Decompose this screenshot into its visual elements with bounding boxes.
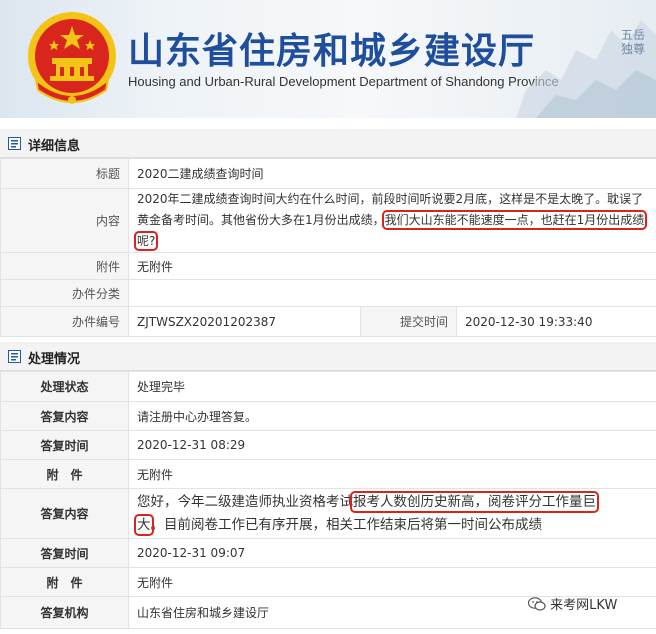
reply2-highlight-end: 大 xyxy=(134,513,154,536)
process-section-title: 处理情况 xyxy=(28,352,81,367)
detail-section-header: 详细信息 xyxy=(0,129,656,158)
title-label: 标题 xyxy=(0,158,129,189)
submit-time-value: 2020-12-30 19:33:40 xyxy=(455,306,656,337)
table-row: 答复内容 您好，今年二级建造师执业资格考试报考人数创历史新高，阅卷评分工作量巨大… xyxy=(0,488,656,539)
category-label: 办件分类 xyxy=(0,279,129,307)
reply1-attachment-value: 无附件 xyxy=(128,459,656,489)
document-icon xyxy=(8,137,21,150)
reply2-highlight: 报考人数创历史新高，阅卷评分工作量巨 xyxy=(350,490,599,513)
watermark: 来考网LKW xyxy=(527,594,618,613)
mountain-decoration-icon xyxy=(516,20,656,118)
content-label: 内容 xyxy=(0,188,129,253)
detail-table: 标题 2020二建成绩查询时间 内容 2020年二建成绩查询时间大约在什么时间，… xyxy=(0,158,656,337)
reply2-attachment-label: 附 件 xyxy=(0,567,129,597)
reply2-time-value: 2020-12-31 09:07 xyxy=(128,538,656,568)
table-row: 标题 2020二建成绩查询时间 xyxy=(0,158,656,189)
reply2-time-label: 答复时间 xyxy=(0,538,129,568)
reply1-time-label: 答复时间 xyxy=(0,430,129,460)
number-label: 办件编号 xyxy=(0,306,129,337)
title-value: 2020二建成绩查询时间 xyxy=(127,158,656,189)
table-row: 答复时间 2020-12-31 08:29 xyxy=(0,430,656,460)
table-row: 办件分类 xyxy=(0,279,656,307)
table-row: 附 件 无附件 xyxy=(0,459,656,489)
table-row: 附件 无附件 xyxy=(0,252,656,280)
table-row: 答复内容 请注册中心办理答复。 xyxy=(0,401,656,431)
table-row: 办件编号 ZJTWSZX20201202387 提交时间 2020-12-30 … xyxy=(0,306,656,337)
detail-section-title: 详细信息 xyxy=(28,139,81,154)
seal-text: 五岳独尊 xyxy=(621,28,646,56)
site-title: 山东省住房和城乡建设厅 xyxy=(128,30,536,72)
reply1-value: 请注册中心办理答复。 xyxy=(128,401,656,431)
table-row: 内容 2020年二建成绩查询时间大约在什么时间，前段时间听说要2月底，这样是不是… xyxy=(0,188,656,253)
table-row: 答复时间 2020-12-31 09:07 xyxy=(0,538,656,568)
watermark-text: 来考网LKW xyxy=(550,598,618,613)
table-row: 附 件 无附件 xyxy=(0,567,656,597)
submit-time-label: 提交时间 xyxy=(360,306,457,337)
number-value: ZJTWSZX20201202387 xyxy=(128,306,361,337)
status-label: 处理状态 xyxy=(0,371,129,402)
site-header: 山东省住房和城乡建设厅 Housing and Urban-Rural Deve… xyxy=(0,0,656,118)
national-emblem-icon xyxy=(28,12,116,104)
reply2-attachment-value: 无附件 xyxy=(128,567,656,597)
reply1-label: 答复内容 xyxy=(0,401,129,431)
process-section-header: 处理情况 xyxy=(0,342,656,371)
reply2-label: 答复内容 xyxy=(0,488,129,539)
table-row: 处理状态 处理完毕 xyxy=(0,371,656,402)
reply1-time-value: 2020-12-31 08:29 xyxy=(128,430,656,460)
reply2-value: 您好，今年二级建造师执业资格考试报考人数创历史新高，阅卷评分工作量巨大。目前阅卷… xyxy=(128,488,656,539)
wechat-icon xyxy=(527,597,546,611)
category-value xyxy=(127,279,656,307)
attachment-value: 无附件 xyxy=(127,252,656,280)
process-table: 处理状态 处理完毕 答复内容 请注册中心办理答复。 答复时间 2020-12-3… xyxy=(0,371,656,629)
reply1-attachment-label: 附 件 xyxy=(0,459,129,489)
attachment-label: 附件 xyxy=(0,252,129,280)
content-value: 2020年二建成绩查询时间大约在什么时间，前段时间听说要2月底，这样是不是太晚了… xyxy=(127,188,656,253)
org-label: 答复机构 xyxy=(0,596,129,629)
reply2-text-end: 。目前阅卷工作已有序开展，相关工作结束后将第一时间公布成绩 xyxy=(150,516,543,533)
reply2-text: 您好，今年二级建造师执业资格考试 xyxy=(137,493,353,510)
status-value: 处理完毕 xyxy=(128,371,656,402)
site-subtitle: Housing and Urban-Rural Development Depa… xyxy=(128,74,559,89)
document-icon xyxy=(8,350,21,363)
